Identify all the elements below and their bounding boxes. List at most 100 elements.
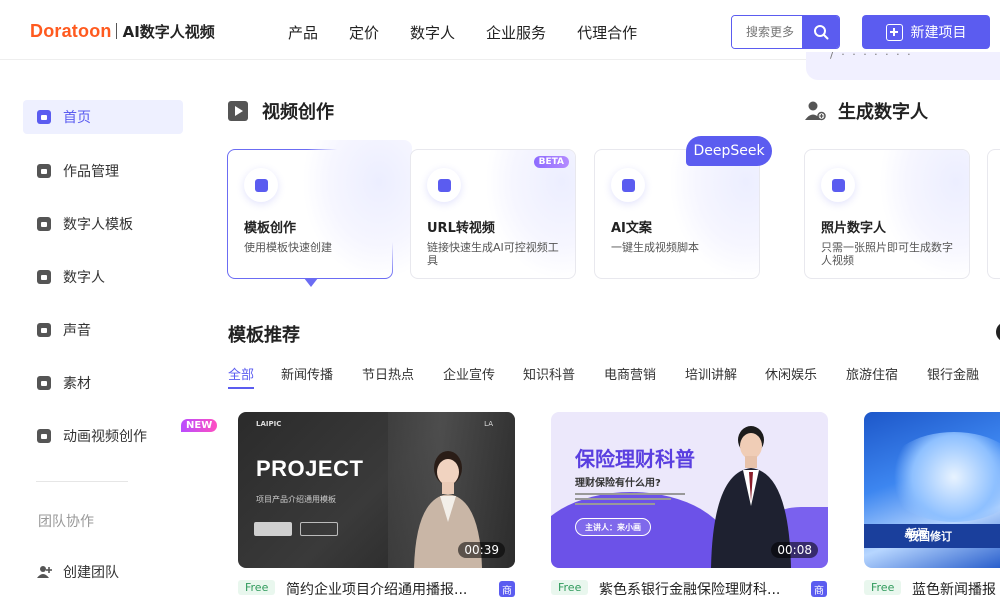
thumb-news-label: 新闻 <box>904 527 926 540</box>
feature-card-template-create[interactable]: 模板创作 使用模板快速创建 <box>227 140 412 287</box>
duration-badge: 00:08 <box>771 542 818 558</box>
sidebar-item-label: 素材 <box>63 376 91 392</box>
feature-card-ai-copy[interactable]: AI文案 一键生成视频脚本 <box>594 149 760 279</box>
link-icon <box>427 168 461 202</box>
tab-holiday[interactable]: 节日热点 <box>362 364 414 383</box>
sidebar-item-animation[interactable]: 动画视频创作 NEW <box>23 419 218 453</box>
new-badge: NEW <box>181 419 218 432</box>
template-thumbnail[interactable]: 我国修订 新闻 <box>864 412 1000 568</box>
sidebar-item-sound[interactable]: 声音 <box>23 313 183 347</box>
template-recommend-label: 模板推荐 <box>228 325 300 346</box>
logo-divider <box>115 23 117 39</box>
video-play-icon <box>228 101 248 121</box>
nav-item-agency[interactable]: 代理合作 <box>577 22 637 43</box>
photo-person-icon <box>821 168 855 202</box>
main-nav: 产品 定价 数字人 企业服务 代理合作 <box>288 22 668 43</box>
tab-training[interactable]: 培训讲解 <box>685 364 737 383</box>
new-project-button[interactable]: 新建项目 <box>862 15 990 49</box>
sidebar-item-label: 声音 <box>63 323 91 339</box>
add-person-icon <box>805 101 826 121</box>
card-desc: 只需一张照片即可生成数字人视频 <box>821 241 953 267</box>
tab-science[interactable]: 知识科普 <box>523 364 575 383</box>
sidebar-item-works[interactable]: 作品管理 <box>23 154 183 188</box>
sparkle-icon <box>37 429 51 443</box>
sidebar-item-label: 数字人模板 <box>63 217 133 233</box>
template-thumbnail[interactable]: 保险理财科普 理财保险有什么用? 主讲人：来小画 00:08 <box>551 412 828 568</box>
nav-item-product[interactable]: 产品 <box>288 22 318 43</box>
sidebar-item-templates[interactable]: 数字人模板 <box>23 207 183 241</box>
sound-icon <box>37 323 51 337</box>
free-badge: Free <box>551 580 589 595</box>
top-header: Doratoon AI数字人视频 产品 定价 数字人 企业服务 代理合作 新建项… <box>0 0 1000 60</box>
sidebar-item-label: 数字人 <box>63 270 105 286</box>
template-title[interactable]: 紫色系银行金融保险理财科... <box>599 579 799 599</box>
thumb-corner: LA <box>484 420 493 428</box>
template-thumbnail[interactable]: LAIPIC LA PROJECT 项目产品介绍通用模板 00:39 <box>238 412 515 568</box>
tab-travel[interactable]: 旅游住宿 <box>846 364 898 383</box>
dropdown-peek-text: / · · · · · · · <box>830 52 913 61</box>
thumb-heading: 保险理财科普 <box>575 447 695 471</box>
feature-card-photo-human[interactable]: 照片数字人 只需一张照片即可生成数字人视频 <box>804 149 970 279</box>
template-title[interactable]: 蓝色新闻播报 <box>912 579 1000 599</box>
logo[interactable]: Doratoon AI数字人视频 <box>30 20 215 42</box>
thumb-news-tag: 新闻 <box>904 522 950 542</box>
card-decoration <box>669 150 759 278</box>
tab-finance[interactable]: 银行金融 <box>927 364 979 383</box>
sidebar-item-digital-human[interactable]: 数字人 <box>23 260 183 294</box>
nav-item-digital-human[interactable]: 数字人 <box>410 22 455 43</box>
card-title: AI文案 <box>611 221 652 236</box>
puzzle-icon <box>244 168 278 202</box>
person-icon <box>37 270 51 284</box>
scroll-right-button[interactable] <box>996 322 1000 342</box>
sidebar-item-assets[interactable]: 素材 <box>23 366 183 400</box>
search-button[interactable] <box>802 16 839 48</box>
thumb-heading: PROJECT <box>256 456 364 481</box>
thumb-brand: LAIPIC <box>256 420 282 428</box>
thumb-globe <box>884 432 1000 522</box>
digital-human-label: 生成数字人 <box>838 102 928 123</box>
card-title: 照片数字人 <box>821 221 887 236</box>
thumb-play-box <box>254 522 292 536</box>
feature-card-url-to-video[interactable]: BETA URL转视频 链接快速生成AI可控视频工具 <box>410 149 576 279</box>
tab-news[interactable]: 新闻传播 <box>281 364 333 383</box>
tab-all[interactable]: 全部 <box>228 364 254 383</box>
tab-leisure[interactable]: 休闲娱乐 <box>765 364 817 383</box>
logo-subtitle: AI数字人视频 <box>122 22 215 41</box>
thumb-host-pill: 主讲人：来小画 <box>575 518 651 536</box>
dropdown-panel-peek: / · · · · · · · <box>806 52 1000 80</box>
new-project-label: 新建项目 <box>910 25 967 41</box>
nav-item-pricing[interactable]: 定价 <box>349 22 379 43</box>
feature-card-partial[interactable] <box>987 149 1000 279</box>
thumb-host: 主讲人：来小画 <box>585 522 641 532</box>
sidebar-item-create-team[interactable]: 创建团队 <box>23 555 183 589</box>
sidebar-item-home[interactable]: 首页 <box>23 100 183 134</box>
tab-ecommerce[interactable]: 电商营销 <box>604 364 656 383</box>
duration-badge: 00:39 <box>458 542 505 558</box>
search-input[interactable] <box>732 16 802 48</box>
digital-human-title: 生成数字人 <box>804 98 928 124</box>
free-badge: Free <box>864 580 902 595</box>
beta-badge: BETA <box>533 156 569 168</box>
commercial-badge: 商 <box>811 581 827 597</box>
ai-icon <box>611 168 645 202</box>
template-recommend-title: 模板推荐 <box>228 321 300 347</box>
sidebar-divider <box>36 481 128 482</box>
search-icon <box>813 25 828 40</box>
nav-item-enterprise[interactable]: 企业服务 <box>486 22 546 43</box>
selected-pointer <box>304 278 318 287</box>
plus-icon <box>885 23 903 41</box>
sidebar-item-label: 动画视频创作 <box>63 429 147 445</box>
card-decoration <box>302 140 412 280</box>
template-title[interactable]: 简约企业项目介绍通用播报... <box>286 579 486 599</box>
logo-brand: Doratoon <box>30 20 112 41</box>
card-desc: 使用模板快速创建 <box>244 241 332 254</box>
search-box <box>731 15 840 49</box>
free-badge: Free <box>238 580 276 595</box>
create-team-label: 创建团队 <box>63 565 119 581</box>
card-title: URL转视频 <box>427 221 495 236</box>
thumb-desc-lines <box>575 490 695 506</box>
home-icon <box>37 110 51 124</box>
deepseek-badge[interactable]: DeepSeek <box>686 136 772 166</box>
tab-active-indicator <box>228 387 254 389</box>
tab-enterprise[interactable]: 企业宣传 <box>443 364 495 383</box>
